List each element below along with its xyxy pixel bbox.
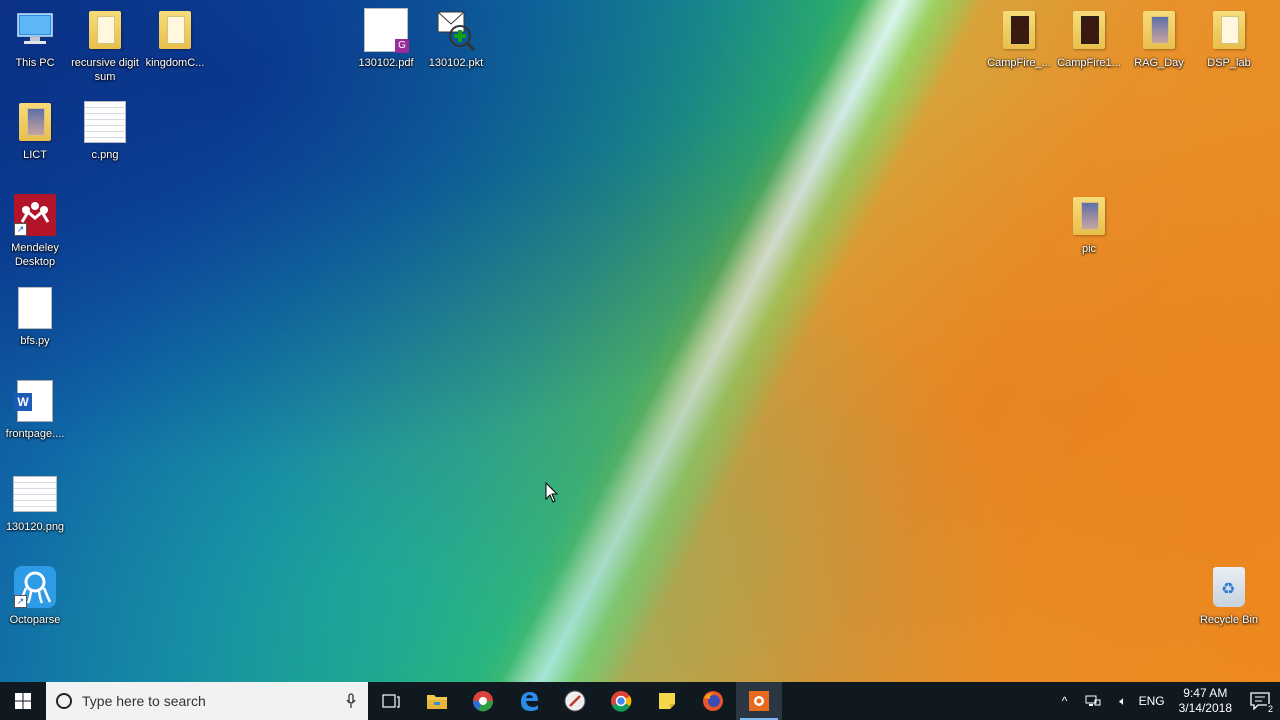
clock[interactable]: 9:47 AM 3/14/2018 xyxy=(1171,686,1240,716)
this-pc-icon[interactable]: This PC xyxy=(0,8,70,70)
icon-label: 130102.pdf xyxy=(358,57,414,69)
language-indicator[interactable]: ENG xyxy=(1133,694,1171,708)
shortcut-arrow-icon: ↗ xyxy=(14,223,27,236)
sticky-notes-button[interactable] xyxy=(644,682,690,720)
desktop-wallpaper: This PC LICT ↗ Mendeley Desktop bfs.py W… xyxy=(0,0,1280,682)
mendeley-desktop-icon[interactable]: ↗ Mendeley Desktop xyxy=(0,193,70,269)
recorder-app-icon xyxy=(749,691,769,711)
search-placeholder: Type here to search xyxy=(82,693,206,709)
recycle-bin-icon[interactable]: ♻ Recycle Bin xyxy=(1194,565,1264,627)
octoparse-icon[interactable]: ↗ Octoparse xyxy=(0,565,70,627)
text-file-icon xyxy=(18,287,52,329)
image-file-icon xyxy=(13,476,57,512)
sticky-note-icon xyxy=(659,693,675,709)
task-view-button[interactable] xyxy=(368,682,414,720)
chrome-remote-button[interactable] xyxy=(460,682,506,720)
search-box[interactable]: Type here to search xyxy=(46,682,368,720)
130102-pdf-icon[interactable]: G 130102.pdf xyxy=(351,8,421,70)
color-wheel-icon xyxy=(472,691,494,712)
chrome-icon xyxy=(611,691,632,712)
clock-time: 9:47 AM xyxy=(1183,686,1228,700)
file-explorer-button[interactable] xyxy=(414,682,460,720)
octoparse-app-icon: ↗ xyxy=(14,566,56,608)
active-app-button[interactable] xyxy=(736,682,782,720)
icon-label: This PC xyxy=(15,57,55,69)
windows-logo-icon xyxy=(15,693,31,709)
folder-icon xyxy=(19,103,51,141)
word-document-icon: W xyxy=(14,380,53,422)
notification-count: 2 xyxy=(1266,704,1274,714)
icon-label: CampFire_... xyxy=(987,57,1051,69)
edge-browser-icon xyxy=(521,692,538,711)
icon-label: RAG_Day xyxy=(1134,57,1184,69)
campfire1-folder-icon[interactable]: CampFire1... xyxy=(1054,8,1124,70)
firefox-icon xyxy=(703,691,723,711)
mouse-cursor-icon xyxy=(545,482,559,503)
folder-icon xyxy=(89,11,121,49)
icon-label: c.png xyxy=(91,149,119,161)
taskbar: Type here to search ^ 🔈︎ ENG 9:47 AM 3/1… xyxy=(0,682,1280,720)
firefox-button[interactable] xyxy=(690,682,736,720)
compass-icon xyxy=(564,690,586,712)
dsp-lab-folder-icon[interactable]: DSP_lab xyxy=(1194,8,1264,70)
130120-png-icon[interactable]: 130120.png xyxy=(0,472,70,534)
action-center-button[interactable]: 2 xyxy=(1240,682,1280,720)
mendeley-app-icon: ↗ xyxy=(14,194,56,236)
monitor-icon xyxy=(17,13,53,44)
folder-icon xyxy=(159,11,191,49)
icon-label: LICT xyxy=(23,149,47,161)
icon-label: frontpage.... xyxy=(5,428,65,440)
folder-icon xyxy=(1143,11,1175,49)
image-file-icon xyxy=(84,101,126,143)
folder-icon xyxy=(1003,11,1035,49)
folder-icon xyxy=(1213,11,1245,49)
packet-tracer-icon xyxy=(437,11,476,52)
trash-icon: ♻ xyxy=(1213,567,1245,607)
task-view-icon xyxy=(382,694,400,708)
pic-folder-icon[interactable]: pic xyxy=(1054,194,1124,256)
campfire-folder-icon[interactable]: CampFire_... xyxy=(984,8,1054,70)
microphone-icon[interactable] xyxy=(346,693,356,709)
chevron-up-icon[interactable]: ^ xyxy=(1056,694,1074,708)
folder-icon xyxy=(427,695,447,709)
network-icon[interactable] xyxy=(1073,694,1113,708)
chrome-button[interactable] xyxy=(598,682,644,720)
recursive-digit-sum-folder-icon[interactable]: recursive digit sum xyxy=(70,8,140,84)
frontpage-doc-icon[interactable]: W frontpage.... xyxy=(0,379,70,441)
lict-folder-icon[interactable]: LICT xyxy=(0,100,70,162)
kingdomc-folder-icon[interactable]: kingdomC... xyxy=(140,8,210,70)
folder-icon xyxy=(1073,197,1105,235)
icon-label: bfs.py xyxy=(20,335,50,347)
icon-label: CampFire1... xyxy=(1057,57,1121,69)
130102-pkt-icon[interactable]: 130102.pkt xyxy=(421,8,491,70)
icon-label: Recycle Bin xyxy=(1199,614,1259,626)
icon-label: 130120.png xyxy=(5,521,65,533)
icon-label: kingdomC... xyxy=(145,57,205,69)
system-tray: ^ 🔈︎ ENG 9:47 AM 3/14/2018 2 xyxy=(1056,682,1280,720)
clock-date: 3/14/2018 xyxy=(1178,701,1232,715)
icon-label: Mendeley Desktop xyxy=(11,242,59,268)
bfs-py-icon[interactable]: bfs.py xyxy=(0,286,70,348)
volume-icon[interactable]: 🔈︎ xyxy=(1113,694,1132,709)
icon-label: pic xyxy=(1081,243,1097,255)
c-png-icon[interactable]: c.png xyxy=(70,100,140,162)
folder-icon xyxy=(1073,11,1105,49)
rag-day-folder-icon[interactable]: RAG_Day xyxy=(1124,8,1194,70)
icon-label: Octoparse xyxy=(9,614,61,626)
clock-app-button[interactable] xyxy=(552,682,598,720)
start-button[interactable] xyxy=(0,682,46,720)
shortcut-arrow-icon: ↗ xyxy=(14,595,27,608)
icon-label: DSP_lab xyxy=(1207,57,1251,69)
icon-label: recursive digit sum xyxy=(71,57,139,83)
edge-button[interactable] xyxy=(506,682,552,720)
pdf-file-icon: G xyxy=(364,8,409,53)
cortana-icon xyxy=(56,693,72,709)
icon-label: 130102.pkt xyxy=(428,57,484,69)
